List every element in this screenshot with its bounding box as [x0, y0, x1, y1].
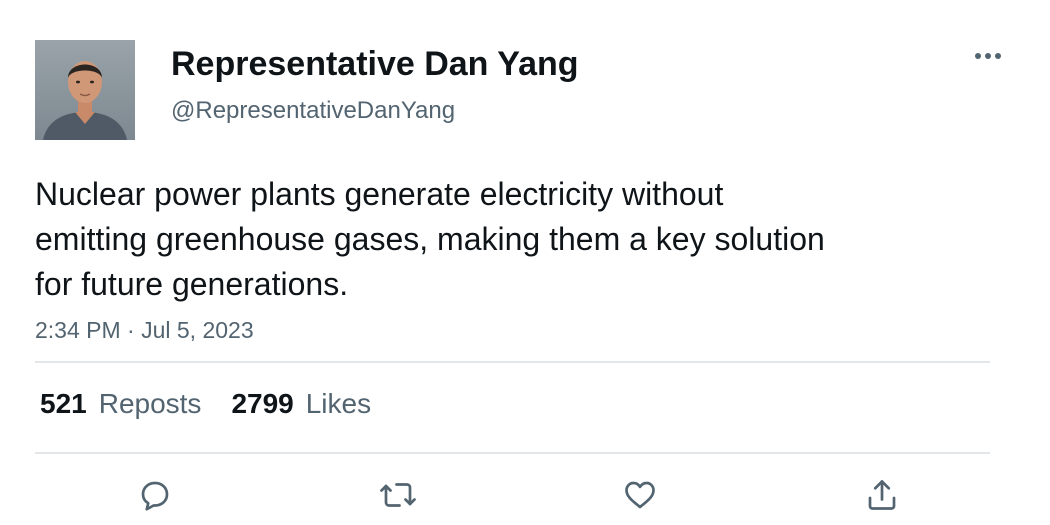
- avatar-photo: [35, 40, 135, 140]
- share-icon[interactable]: [862, 475, 902, 515]
- user-handle[interactable]: @RepresentativeDanYang: [171, 97, 455, 125]
- engagement-stats: 521 Reposts 2799 Likes: [40, 387, 371, 421]
- more-horizontal-icon[interactable]: [972, 46, 1004, 66]
- likes-count: 2799: [231, 388, 294, 419]
- reply-icon[interactable]: [135, 475, 175, 515]
- reposts-count: 521: [40, 388, 87, 419]
- divider: [35, 361, 990, 363]
- repost-icon[interactable]: [378, 475, 418, 515]
- avatar[interactable]: [35, 40, 135, 140]
- tweet-timestamp[interactable]: 2:34 PM · Jul 5, 2023: [35, 316, 254, 344]
- divider: [35, 452, 990, 454]
- reposts-label: Reposts: [98, 388, 202, 419]
- likes-stat[interactable]: 2799 Likes: [231, 387, 371, 421]
- reposts-stat[interactable]: 521 Reposts: [40, 387, 201, 421]
- heart-icon[interactable]: [620, 475, 660, 515]
- display-name[interactable]: Representative Dan Yang: [171, 44, 579, 84]
- likes-label: Likes: [305, 388, 372, 419]
- tweet-text: Nuclear power plants generate electricit…: [35, 176, 825, 302]
